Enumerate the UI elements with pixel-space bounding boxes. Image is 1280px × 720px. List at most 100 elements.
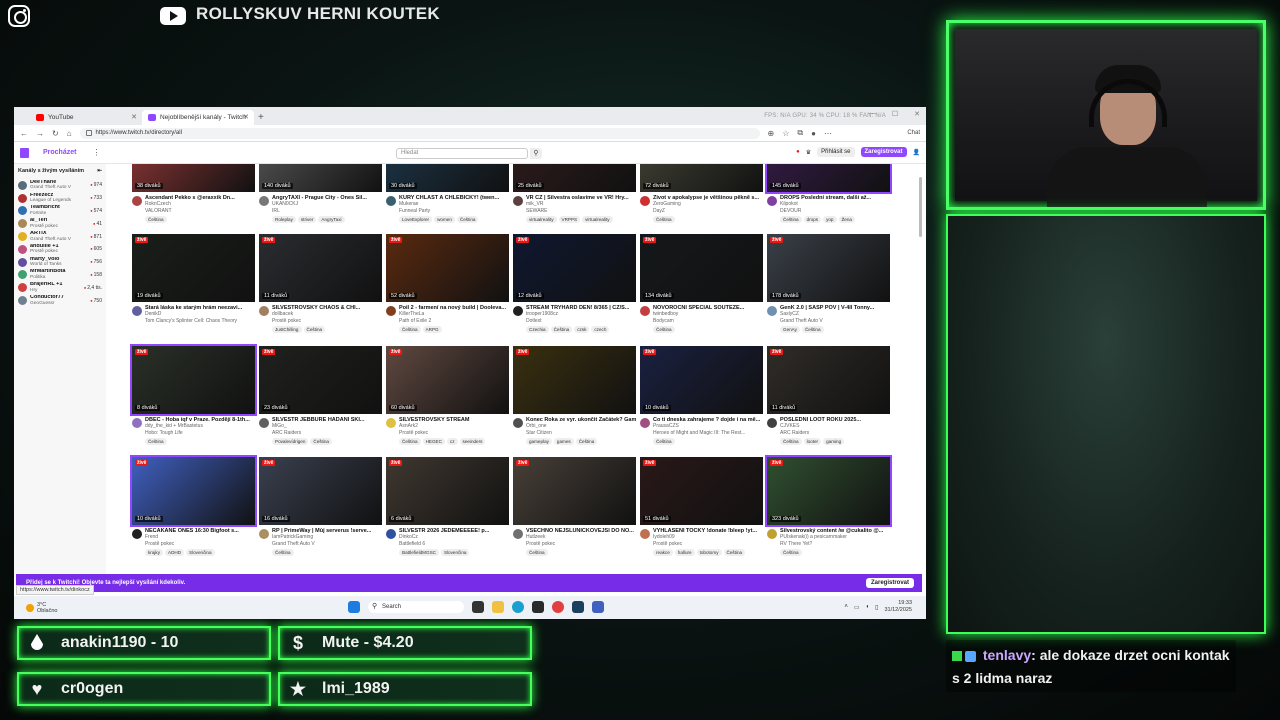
- game-name[interactable]: Dotlext: [526, 318, 629, 324]
- task-view-icon[interactable]: [472, 601, 484, 613]
- stream-tag[interactable]: Čeština: [653, 438, 675, 446]
- stream-tag[interactable]: Čeština: [653, 216, 675, 224]
- scrollbar[interactable]: [919, 177, 922, 237]
- stream-tag[interactable]: Čeština: [801, 326, 824, 334]
- home-icon[interactable]: ⌂: [67, 129, 72, 138]
- stream-tag[interactable]: cz: [446, 438, 458, 446]
- sidebar-channel[interactable]: andullie +1 Prostě pokec 605: [18, 243, 102, 256]
- collapse-icon[interactable]: ⇤: [97, 168, 102, 174]
- tab-youtube[interactable]: YouTube ✕: [30, 110, 142, 125]
- stream-tag[interactable]: Žena: [838, 216, 855, 224]
- zoom-icon[interactable]: ⊕: [768, 129, 775, 138]
- game-name[interactable]: Battlefield 6: [399, 541, 489, 547]
- avatar[interactable]: [386, 529, 396, 539]
- stream-tag[interactable]: ARPG: [422, 326, 442, 334]
- sidebar-channel[interactable]: TeamBricht Fortnite 574: [18, 205, 102, 218]
- stream-thumbnail[interactable]: živě 19 diváků: [132, 234, 255, 302]
- stream-tag[interactable]: LoveExplorer: [399, 216, 433, 224]
- avatar[interactable]: [640, 529, 650, 539]
- stream-tag[interactable]: virtualreality: [526, 216, 557, 224]
- stream-tag[interactable]: Čeština: [399, 326, 421, 334]
- avatar[interactable]: [132, 306, 142, 316]
- stream-thumbnail[interactable]: živě 178 diváků: [767, 234, 890, 302]
- new-tab-button[interactable]: +: [258, 112, 264, 123]
- stream-thumbnail[interactable]: 72 diváků: [640, 164, 763, 192]
- stream-tag[interactable]: drops: [803, 216, 822, 224]
- stream-tag[interactable]: virtualreality: [582, 216, 613, 224]
- game-name[interactable]: Prostě pokec: [272, 318, 360, 324]
- avatar[interactable]: [386, 196, 396, 206]
- stream-tag[interactable]: Čeština: [653, 326, 675, 334]
- stream-tag[interactable]: seeinders: [459, 438, 486, 446]
- browse-link[interactable]: Procházet: [43, 149, 76, 156]
- stream-tag[interactable]: games: [553, 438, 574, 446]
- stream-tag[interactable]: Čeština: [145, 216, 167, 224]
- stream-tag[interactable]: women: [434, 216, 455, 224]
- game-name[interactable]: ARC Raiders: [272, 430, 365, 436]
- stream-tag[interactable]: Slovenčina: [186, 549, 215, 557]
- menu-icon[interactable]: ⋯: [824, 129, 832, 138]
- clock[interactable]: 19:33 31/12/2025: [884, 600, 912, 614]
- sidebar-channel[interactable]: MrMartinBota Politika 158: [18, 269, 102, 282]
- stream-tag[interactable]: GenAy: [780, 326, 800, 334]
- stream-thumbnail[interactable]: 25 diváků: [513, 164, 636, 192]
- chevron-up-icon[interactable]: ˄: [844, 604, 848, 610]
- stream-tag[interactable]: HEGEC: [422, 438, 445, 446]
- sidebar-channel[interactable]: DeeThane Grand Theft Auto V 974: [18, 179, 102, 192]
- stream-thumbnail[interactable]: živě 323 diváků: [765, 455, 892, 527]
- game-name[interactable]: Prostě pokec: [653, 541, 757, 547]
- game-name[interactable]: IRL: [272, 208, 367, 214]
- stream-card[interactable]: živě 178 diváků GenK 2.0 | SASP POV | V-…: [767, 234, 890, 342]
- avatar[interactable]: [259, 306, 269, 316]
- banner-signup-button[interactable]: Zaregistrovat: [865, 578, 914, 588]
- stream-card[interactable]: živě 51 diváků VYHLÁŠENÍ TOČKY !donate !…: [640, 457, 763, 565]
- avatar[interactable]: [767, 196, 777, 206]
- network-icon[interactable]: ▭: [854, 604, 860, 611]
- avatar[interactable]: [640, 306, 650, 316]
- stream-tag[interactable]: BattlefieldMGSC: [399, 549, 439, 557]
- stream-thumbnail[interactable]: živě 11 diváků: [259, 234, 382, 302]
- avatar[interactable]: [513, 529, 523, 539]
- stream-tag[interactable]: Čeština: [456, 216, 479, 224]
- stream-card[interactable]: živě 8 diváků DBEC - Hoba iqf v Praze. P…: [130, 344, 257, 454]
- stream-tag[interactable]: AngryTaxi: [318, 216, 345, 224]
- stream-card[interactable]: živě 23 diváků SILVESTR JEBBURE HÁDÁNÍ S…: [259, 346, 382, 454]
- stream-tag[interactable]: tobotomy: [696, 549, 722, 557]
- stream-card[interactable]: živě 52 diváků Poil 2 - farmení na nový …: [386, 234, 509, 342]
- stream-thumbnail[interactable]: živě 23 diváků: [259, 346, 382, 414]
- sidebar-channel[interactable]: BrajeriRL +1 Hry 2,4 tis.: [18, 281, 102, 294]
- stream-thumbnail[interactable]: 145 diváků: [765, 164, 892, 194]
- avatar[interactable]: [132, 418, 142, 428]
- tab-twitch[interactable]: Nejoblíbenější kanály - Twitch ✕: [142, 110, 254, 125]
- stream-card[interactable]: živě 11 diváků SILVESTROVSKÝ CHAOS & CHI…: [259, 234, 382, 342]
- game-name[interactable]: Grand Theft Auto V: [272, 541, 371, 547]
- game-name[interactable]: Heroes of Might and Magic III: The Rest.…: [653, 430, 760, 436]
- notifications-icon[interactable]: ●: [796, 149, 800, 155]
- stream-tag[interactable]: yop: [823, 216, 837, 224]
- avatar[interactable]: [640, 196, 650, 206]
- taskbar-search[interactable]: Search: [368, 601, 464, 613]
- more-icon[interactable]: ⋮: [92, 148, 100, 157]
- calculator-icon[interactable]: [592, 601, 604, 613]
- avatar[interactable]: [513, 306, 523, 316]
- stream-card[interactable]: živě 134 diváků NOVOROČNÍ SPECIÁL SOUTĚŽ…: [640, 234, 763, 342]
- stream-card[interactable]: živě 16 diváků RP | PrimeWay | Můj serve…: [259, 457, 382, 565]
- signup-button[interactable]: Zaregistrovat: [860, 147, 907, 157]
- profile-icon[interactable]: ●: [811, 129, 816, 138]
- stream-thumbnail[interactable]: živě 16 diváků: [259, 457, 382, 525]
- site-info-icon[interactable]: [85, 130, 92, 136]
- stream-tag[interactable]: czech: [591, 326, 610, 334]
- battery-icon[interactable]: ▯: [875, 604, 878, 611]
- game-name[interactable]: Prostě pokec: [526, 541, 634, 547]
- game-name[interactable]: Path of Exile 2: [399, 318, 506, 324]
- stream-card[interactable]: živě 323 diváků Silvestrovský content /w…: [765, 455, 892, 565]
- stream-card[interactable]: živě 10 diváků NECAKANE ONES 16:30 Bigfo…: [130, 455, 257, 565]
- game-name[interactable]: Grand Theft Auto V: [780, 318, 874, 324]
- game-name[interactable]: Tom Clancy's Splinter Cell: Chaos Theory: [145, 318, 242, 324]
- stream-tag[interactable]: reakce: [653, 549, 673, 557]
- edge-icon[interactable]: [512, 601, 524, 613]
- stream-tag[interactable]: looter: [803, 438, 822, 446]
- game-name[interactable]: ARC Raiders: [780, 430, 861, 436]
- weather-widget[interactable]: 3°C Oblačno: [26, 602, 58, 614]
- stream-thumbnail[interactable]: živě 60 diváků: [386, 346, 509, 414]
